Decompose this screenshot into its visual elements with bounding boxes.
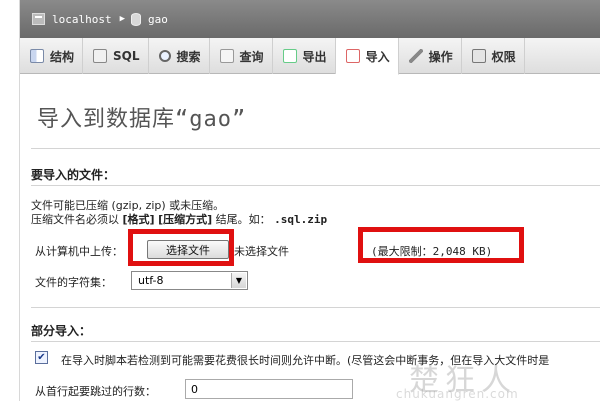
sidebar-edge: [0, 0, 20, 401]
import-icon: [345, 49, 360, 63]
upload-label: 从计算机中上传：: [35, 245, 123, 258]
tab-search[interactable]: 搜索: [149, 38, 210, 74]
tab-export[interactable]: 导出: [273, 38, 336, 74]
breadcrumb-separator-icon: ▶: [119, 14, 126, 24]
allow-interrupt-checkbox[interactable]: ✔: [35, 351, 48, 364]
file-section-heading: 要导入的文件：: [31, 168, 116, 182]
highlight-box-limit: [358, 227, 524, 263]
database-icon: [131, 12, 142, 26]
sql-icon: [93, 49, 108, 63]
divider: [31, 341, 600, 342]
skip-rows-input[interactable]: 0: [185, 379, 353, 399]
charset-select[interactable]: utf-8 ▼: [131, 271, 248, 290]
divider: [31, 307, 600, 308]
tab-privileges[interactable]: 权限: [462, 38, 525, 74]
filename-note: 压缩文件名必须以 [格式] [压缩方式] 结尾。如： .sql.zip: [31, 213, 328, 226]
page-title: 导入到数据库“gao”: [37, 107, 247, 132]
search-icon: [158, 50, 171, 62]
tab-operations[interactable]: 操作: [399, 38, 462, 74]
skip-rows-label: 从首行起要跳过的行数：: [35, 385, 156, 398]
no-file-text: 未选择文件: [234, 245, 289, 258]
charset-label: 文件的字符集：: [35, 276, 112, 289]
wrench-icon: [408, 49, 423, 63]
breadcrumb: localhost ▶ gao: [20, 0, 600, 38]
tab-import[interactable]: 导入: [335, 38, 399, 75]
export-icon: [282, 49, 297, 63]
divider: [31, 185, 600, 186]
highlight-box-upload: [128, 229, 234, 266]
tab-query[interactable]: 查询: [210, 38, 273, 74]
query-icon: [219, 49, 234, 63]
divider: [31, 148, 600, 149]
tab-structure[interactable]: 结构: [20, 38, 84, 74]
breadcrumb-server[interactable]: localhost: [52, 13, 112, 26]
chevron-down-icon: ▼: [231, 273, 246, 288]
breadcrumb-database[interactable]: gao: [148, 13, 168, 26]
tab-sql[interactable]: SQL: [83, 38, 149, 74]
main-content: 导入到数据库“gao” 要导入的文件： 文件可能已压缩 (gzip, zip) …: [21, 75, 600, 401]
tab-bar: 结构 SQL 搜索 查询 导出 导入 操作 权限: [20, 38, 600, 75]
privileges-icon: [471, 49, 486, 63]
server-icon: [32, 13, 45, 25]
watermark-url: chukuangren.com: [396, 387, 519, 401]
partial-section-heading: 部分导入：: [31, 324, 92, 338]
structure-icon: [30, 49, 44, 63]
